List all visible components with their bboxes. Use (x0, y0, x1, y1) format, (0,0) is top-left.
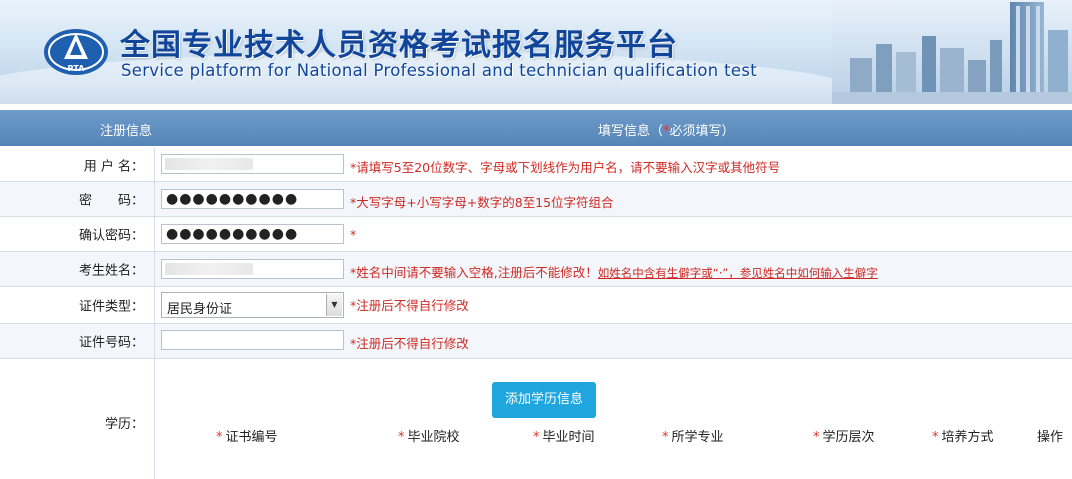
name-hint: *姓名中间请不要输入空格,注册后不能修改！如姓名中含有生僻字或“·”，参见姓名中… (350, 262, 878, 281)
confirm-password-input[interactable]: ●●●●●●●●●● (161, 224, 344, 244)
form-header-bar: 注册信息 填写信息（*必须填写） (0, 110, 1072, 146)
username-hint: *请填写5至20位数字、字母或下划线作为用户名，请不要输入汉字或其他符号 (350, 160, 781, 175)
id-type-selected-value: 居民身份证 (167, 302, 233, 317)
id-type-row: 证件类型： 居民身份证 ▼ *注册后不得自行修改 (0, 287, 1072, 324)
add-education-button[interactable]: 添加学历信息 (492, 382, 596, 418)
id-type-label: 证件类型： (78, 299, 144, 315)
id-type-select[interactable]: 居民身份证 ▼ (161, 292, 344, 318)
confirm-password-label: 确认密码： (78, 228, 144, 244)
name-label: 考生姓名： (78, 263, 144, 279)
column-label: 培养方式 (941, 430, 994, 445)
column-school: * 毕业院校 (398, 426, 460, 445)
id-number-label: 证件号码： (78, 335, 144, 351)
required-star: * (932, 430, 939, 445)
id-number-row: 证件号码： *注册后不得自行修改 (0, 324, 1072, 359)
username-label: 用 户 名： (83, 159, 144, 174)
column-study-mode: * 培养方式 (932, 426, 994, 445)
column-major: * 所学专业 (662, 426, 724, 445)
column-degree-level: * 学历层次 (813, 426, 875, 445)
fill-info-suffix: 必须填写） (669, 124, 735, 139)
site-subtitle: Service platform for National Profession… (121, 61, 757, 80)
password-label: 密 码： (78, 193, 144, 209)
fill-info-heading: 填写信息（*必须填写） (598, 120, 735, 139)
city-skyline-image (832, 0, 1072, 104)
column-label: 毕业时间 (542, 430, 595, 445)
education-row: 学历： (0, 359, 1072, 479)
required-star: * (813, 430, 820, 445)
password-row: 密 码： ●●●●●●●●●● *大写字母+小写字母+数字的8至15位字符组合 (0, 182, 1072, 217)
column-label: 证书编号 (225, 430, 278, 445)
education-label: 学历： (104, 417, 144, 432)
rare-char-help-link[interactable]: 如姓名中含有生僻字或“·”，参见姓名中如何输入生僻字 (598, 266, 878, 280)
name-hint-text: *姓名中间请不要输入空格,注册后不能修改！ (350, 265, 598, 280)
username-label-cell: 用 户 名： (0, 148, 155, 181)
header-banner: PTA 全国专业技术人员资格考试报名服务平台 Service platform … (0, 0, 1072, 104)
column-graduation-date: * 毕业时间 (533, 426, 595, 445)
username-input[interactable] (161, 154, 344, 174)
id-number-input[interactable] (161, 330, 344, 350)
password-hint: *大写字母+小写字母+数字的8至15位字符组合 (350, 195, 614, 210)
required-star: * (398, 430, 405, 445)
column-label: 毕业院校 (407, 430, 460, 445)
pta-logo-icon: PTA (44, 29, 108, 75)
confirm-password-label-cell: 确认密码： (0, 217, 155, 251)
column-label: 学历层次 (822, 430, 875, 445)
id-type-hint: *注册后不得自行修改 (350, 298, 469, 313)
site-title: 全国专业技术人员资格考试报名服务平台 (120, 28, 678, 63)
username-row: 用 户 名： *请填写5至20位数字、字母或下划线作为用户名，请不要输入汉字或其… (0, 148, 1072, 182)
id-number-label-cell: 证件号码： (0, 324, 155, 358)
password-input[interactable]: ●●●●●●●●●● (161, 189, 344, 209)
required-star: * (216, 430, 223, 445)
name-input[interactable] (161, 259, 344, 279)
password-label-cell: 密 码： (0, 182, 155, 216)
name-row: 考生姓名： *姓名中间请不要输入空格,注册后不能修改！如姓名中含有生僻字或“·”… (0, 252, 1072, 287)
fill-info-prefix: 填写信息（ (598, 124, 664, 139)
name-label-cell: 考生姓名： (0, 252, 155, 286)
dropdown-arrow-icon[interactable]: ▼ (326, 294, 342, 316)
required-star: * (662, 430, 669, 445)
svg-text:PTA: PTA (68, 64, 86, 73)
confirm-password-hint: * (350, 227, 357, 242)
column-label: 所学专业 (671, 430, 724, 445)
register-info-heading: 注册信息 (100, 124, 153, 139)
education-label-cell: 学历： (0, 359, 155, 479)
column-actions: 操作 (1037, 430, 1064, 445)
id-type-label-cell: 证件类型： (0, 287, 155, 323)
required-star: * (533, 430, 540, 445)
id-number-hint: *注册后不得自行修改 (350, 336, 469, 351)
confirm-password-row: 确认密码： ●●●●●●●●●● * (0, 217, 1072, 252)
column-certificate-number: * 证书编号 (216, 426, 278, 445)
